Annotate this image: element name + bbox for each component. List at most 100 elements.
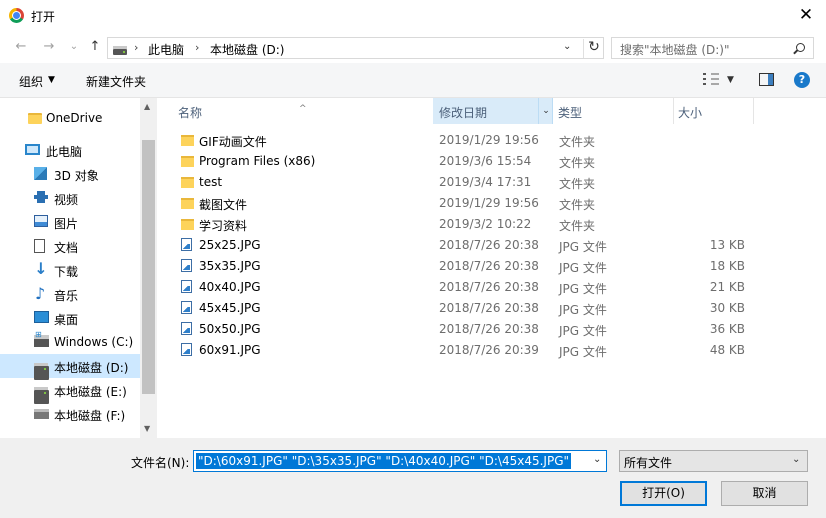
sidebar-item-label: 图片 xyxy=(54,217,79,231)
column-header-modified[interactable]: 修改日期 xyxy=(433,98,553,124)
organize-button[interactable]: 组织 xyxy=(19,73,43,90)
file-type: JPG 文件 xyxy=(559,324,607,338)
file-name: 25x25.JPG xyxy=(199,238,261,252)
sidebar-item-drive-d[interactable]: 本地磁盘 (D:) xyxy=(0,354,140,380)
sidebar-item-desktop[interactable]: 桌面 xyxy=(0,306,140,330)
scroll-down-icon[interactable]: ▼ xyxy=(144,424,150,433)
column-filter-dropdown-icon[interactable]: ⌄ xyxy=(538,98,553,124)
view-dropdown-icon[interactable]: ▼ xyxy=(727,75,734,85)
table-row[interactable]: 35x35.JPG 2018/7/26 20:38 JPG 文件 18 KB xyxy=(157,256,826,277)
up-arrow-icon[interactable]: ↑ xyxy=(88,40,102,54)
recent-locations-icon[interactable]: ⌄ xyxy=(67,40,81,54)
column-header-name[interactable]: 名称 ^ xyxy=(157,98,433,124)
column-label: 大小 xyxy=(678,106,703,120)
search-icon[interactable] xyxy=(796,43,805,52)
filename-dropdown-icon[interactable]: ⌄ xyxy=(593,454,601,465)
drive-icon xyxy=(34,409,49,419)
forward-arrow-icon[interactable]: → xyxy=(42,40,56,54)
column-header-size[interactable]: 大小 xyxy=(674,98,754,124)
sidebar-item-label: 音乐 xyxy=(54,289,79,303)
table-row[interactable]: 45x45.JPG 2018/7/26 20:38 JPG 文件 30 KB xyxy=(157,298,826,319)
file-name: 40x40.JPG xyxy=(199,280,261,294)
open-button[interactable]: 打开(O) xyxy=(620,481,707,506)
file-size: 36 KB xyxy=(709,322,745,336)
file-size: 48 KB xyxy=(709,343,745,357)
chevron-down-icon[interactable]: ▼ xyxy=(48,75,55,85)
table-row[interactable]: 25x25.JPG 2018/7/26 20:38 JPG 文件 13 KB xyxy=(157,235,826,256)
sort-indicator-icon: ^ xyxy=(299,104,307,114)
file-type: 文件夹 xyxy=(559,219,596,233)
sidebar-item-drive-e[interactable]: 本地磁盘 (E:) xyxy=(0,378,140,404)
search-placeholder: 搜索"本地磁盘 (D:)" xyxy=(620,43,730,57)
3d-objects-icon xyxy=(34,167,47,180)
sidebar-item-downloads[interactable]: ↓ 下载 xyxy=(0,258,140,282)
table-row[interactable]: 截图文件 2019/1/29 19:56 文件夹 xyxy=(157,193,826,214)
sidebar-item-drive-f[interactable]: 本地磁盘 (F:) xyxy=(0,402,140,426)
sidebar-scrollbar[interactable]: ▲ ▼ xyxy=(140,98,157,438)
refresh-icon[interactable]: ↻ xyxy=(583,39,604,58)
breadcrumb-separator[interactable]: › xyxy=(195,41,199,54)
address-bar[interactable]: › 此电脑 › 本地磁盘 (D:) ⌄ ↻ xyxy=(107,37,604,59)
column-label: 修改日期 xyxy=(439,106,488,120)
table-row[interactable]: 40x40.JPG 2018/7/26 20:38 JPG 文件 21 KB xyxy=(157,277,826,298)
image-file-icon xyxy=(181,343,192,356)
file-modified: 2019/1/29 19:56 xyxy=(439,196,539,210)
file-modified: 2019/1/29 19:56 xyxy=(439,133,539,147)
sidebar-item-windows-c[interactable]: Windows (C:) xyxy=(0,330,140,354)
video-icon xyxy=(34,191,48,203)
folder-icon xyxy=(181,135,194,146)
breadcrumb-separator[interactable]: › xyxy=(134,41,138,54)
file-name: 学习资料 xyxy=(199,219,248,233)
file-type: 文件夹 xyxy=(559,156,596,170)
sidebar-item-3d-objects[interactable]: 3D 对象 xyxy=(0,162,140,186)
file-modified: 2018/7/26 20:38 xyxy=(439,301,539,315)
table-row[interactable]: Program Files (x86) 2019/3/6 15:54 文件夹 xyxy=(157,151,826,172)
window-title: 打开 xyxy=(31,10,56,24)
search-input[interactable]: 搜索"本地磁盘 (D:)" xyxy=(611,37,814,59)
image-file-icon xyxy=(181,259,192,272)
cancel-button[interactable]: 取消 xyxy=(721,481,808,506)
sidebar-item-videos[interactable]: 视频 xyxy=(0,186,140,210)
file-modified: 2018/7/26 20:38 xyxy=(439,322,539,336)
breadcrumb-this-pc[interactable]: 此电脑 xyxy=(148,41,184,58)
file-modified: 2019/3/2 10:22 xyxy=(439,217,532,231)
sidebar-item-documents[interactable]: 文档 xyxy=(0,234,140,258)
column-label: 名称 xyxy=(178,106,203,120)
column-divider[interactable] xyxy=(753,98,754,124)
sidebar-item-label: 桌面 xyxy=(54,313,79,327)
sidebar-item-label: 本地磁盘 (E:) xyxy=(54,385,127,399)
table-row[interactable]: 60x91.JPG 2018/7/26 20:39 JPG 文件 48 KB xyxy=(157,340,826,361)
filename-input[interactable]: "D:\60x91.JPG" "D:\35x35.JPG" "D:\40x40.… xyxy=(193,450,607,472)
file-type: JPG 文件 xyxy=(559,282,607,296)
folder-icon xyxy=(181,219,194,230)
table-row[interactable]: GIF动画文件 2019/1/29 19:56 文件夹 xyxy=(157,130,826,151)
view-options-icon[interactable] xyxy=(703,73,719,86)
chrome-icon xyxy=(9,8,24,23)
back-arrow-icon[interactable]: ← xyxy=(14,40,28,54)
navigation-bar: ← → ⌄ ↑ › 此电脑 › 本地磁盘 (D:) ⌄ ↻ 搜索"本地磁盘 (D… xyxy=(0,31,826,63)
file-modified: 2018/7/26 20:38 xyxy=(439,280,539,294)
image-file-icon xyxy=(181,301,192,314)
sidebar-item-onedrive[interactable]: OneDrive xyxy=(0,106,140,130)
scroll-up-icon[interactable]: ▲ xyxy=(144,102,150,111)
help-icon[interactable]: ? xyxy=(794,72,810,88)
table-row[interactable]: 学习资料 2019/3/2 10:22 文件夹 xyxy=(157,214,826,235)
sidebar-item-label: 3D 对象 xyxy=(54,169,99,183)
address-dropdown-icon[interactable]: ⌄ xyxy=(563,41,571,52)
scrollbar-thumb[interactable] xyxy=(142,140,155,394)
sidebar-item-pictures[interactable]: 图片 xyxy=(0,210,140,234)
sidebar-item-this-pc[interactable]: 此电脑 xyxy=(0,138,140,162)
filetype-select[interactable]: 所有文件 ⌄ xyxy=(619,450,808,472)
close-button[interactable]: ✕ xyxy=(789,3,823,27)
column-header-type[interactable]: 类型 xyxy=(553,98,673,124)
breadcrumb-drive-d[interactable]: 本地磁盘 (D:) xyxy=(210,41,284,58)
preview-pane-icon[interactable] xyxy=(759,73,774,86)
table-row[interactable]: test 2019/3/4 17:31 文件夹 xyxy=(157,172,826,193)
filename-selected-text: "D:\60x91.JPG" "D:\35x35.JPG" "D:\40x40.… xyxy=(196,453,572,469)
table-row[interactable]: 50x50.JPG 2018/7/26 20:38 JPG 文件 36 KB xyxy=(157,319,826,340)
file-name: GIF动画文件 xyxy=(199,135,267,149)
sidebar-item-label: 本地磁盘 (D:) xyxy=(54,361,129,375)
filetype-value: 所有文件 xyxy=(624,456,673,470)
new-folder-button[interactable]: 新建文件夹 xyxy=(86,73,146,90)
sidebar-item-music[interactable]: ♪ 音乐 xyxy=(0,282,140,306)
